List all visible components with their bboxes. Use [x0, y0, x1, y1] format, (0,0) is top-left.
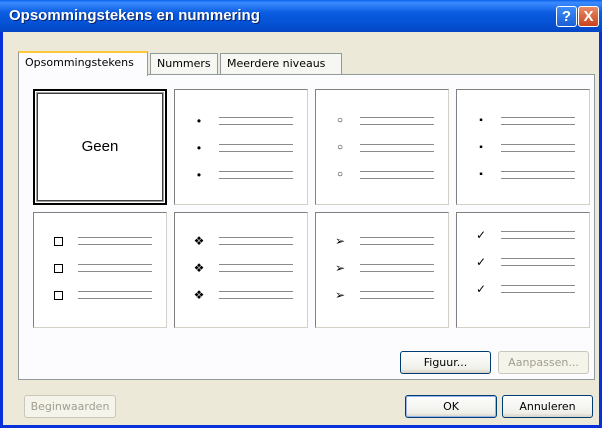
checkbox-bullet-icon: [50, 285, 66, 305]
filled-dot-bullet-icon: •: [196, 114, 202, 128]
tab-label: Nummers: [157, 57, 211, 70]
checkmark-bullet-icon: ✓: [475, 228, 487, 242]
customize-button-label: Aanpassen...: [508, 356, 579, 369]
tab-numbers[interactable]: Nummers: [150, 53, 218, 75]
tab-label: Opsommingstekens: [25, 56, 134, 69]
dialog-title: Opsommingstekens en nummering: [9, 7, 260, 24]
tab-outline-numbered[interactable]: Meerdere niveaus: [220, 53, 342, 75]
hollow-circle-bullet-icon: ○: [336, 169, 344, 180]
filled-dot-bullet-icon: •: [196, 141, 202, 155]
cancel-button-label: Annuleren: [519, 400, 576, 413]
bullet-style-checkmark[interactable]: ✓ ✓ ✓: [456, 212, 590, 328]
four-diamond-bullet-icon: ❖: [193, 288, 205, 302]
help-glyph: ?: [561, 8, 572, 25]
help-icon[interactable]: ?: [556, 6, 577, 27]
square-bullet-icon: ▪: [479, 115, 483, 126]
close-icon[interactable]: X: [578, 6, 599, 27]
arrowhead-bullet-icon: ➢: [334, 261, 346, 275]
arrowhead-bullet-icon: ➢: [334, 288, 346, 302]
close-glyph: X: [583, 8, 594, 25]
tab-bullets[interactable]: Opsommingstekens: [18, 51, 148, 76]
ok-button[interactable]: OK: [405, 395, 497, 418]
four-diamond-bullet-icon: ❖: [193, 261, 205, 275]
square-bullet-icon: ▪: [479, 142, 483, 153]
bullet-style-square[interactable]: ▪ ▪ ▪: [456, 89, 590, 205]
filled-dot-bullet-icon: •: [196, 168, 202, 182]
square-bullet-icon: ▪: [479, 169, 483, 180]
bullet-style-arrowhead[interactable]: ➢ ➢ ➢: [315, 212, 449, 328]
hollow-circle-bullet-icon: ○: [336, 115, 344, 126]
checkbox-bullet-icon: [50, 258, 66, 278]
none-label: Geen: [81, 138, 119, 155]
title-bar[interactable]: Opsommingstekens en nummering ? X: [0, 0, 602, 32]
picture-button[interactable]: Figuur...: [400, 351, 491, 374]
picture-button-label: Figuur...: [423, 356, 468, 369]
reset-button-label: Beginwaarden: [30, 400, 110, 413]
reset-button[interactable]: Beginwaarden: [24, 395, 116, 418]
ok-button-label: OK: [443, 400, 459, 413]
bullet-style-hollow-circle[interactable]: ○ ○ ○: [315, 89, 449, 205]
tab-label: Meerdere niveaus: [227, 57, 326, 70]
four-diamond-bullet-icon: ❖: [193, 234, 205, 248]
bullet-style-checkbox[interactable]: [33, 212, 167, 328]
checkmark-bullet-icon: ✓: [475, 282, 487, 296]
checkbox-bullet-icon: [50, 231, 66, 251]
bullet-style-filled-dot[interactable]: • • •: [174, 89, 308, 205]
checkmark-bullet-icon: ✓: [475, 255, 487, 269]
cancel-button[interactable]: Annuleren: [502, 395, 593, 418]
bullet-style-four-diamond[interactable]: ❖ ❖ ❖: [174, 212, 308, 328]
customize-button[interactable]: Aanpassen...: [498, 351, 589, 374]
bullet-style-none[interactable]: Geen: [33, 89, 167, 205]
hollow-circle-bullet-icon: ○: [336, 142, 344, 153]
bullet-gallery-panel: Geen • • • ○ ○ ○ ▪ ▪ ▪ ❖ ❖ ❖ ➢ ➢ ➢ ✓ ✓ ✓…: [18, 74, 595, 380]
arrowhead-bullet-icon: ➢: [334, 234, 346, 248]
